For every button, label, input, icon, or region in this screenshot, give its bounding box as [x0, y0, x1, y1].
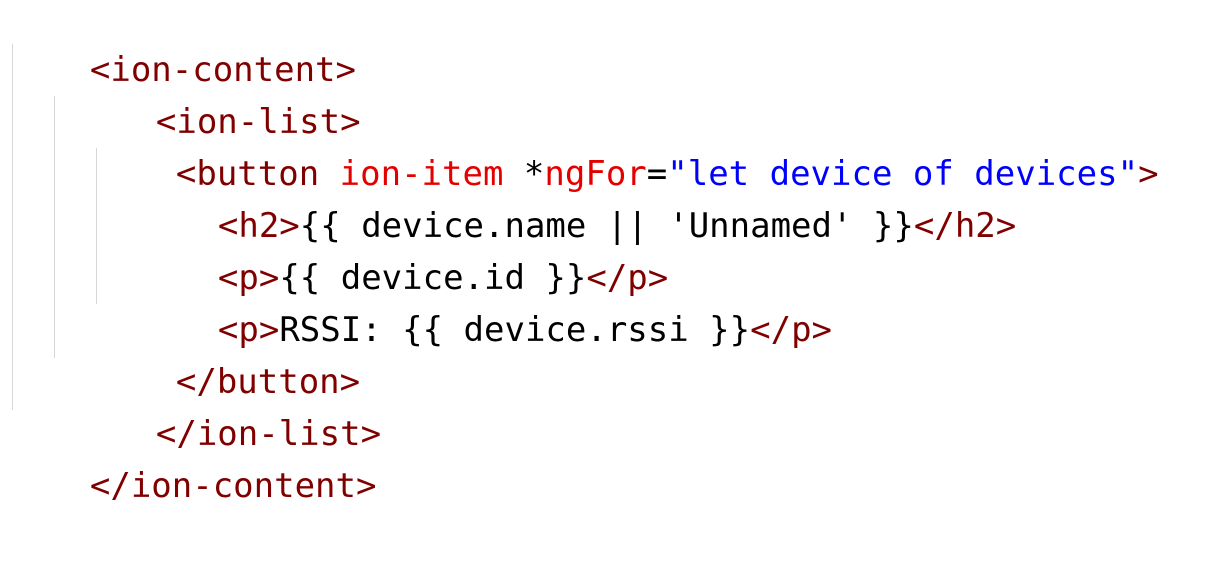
tag-h2-close: </h2>	[913, 206, 1017, 246]
indent-guide	[54, 96, 55, 358]
code-line-4[interactable]: <h2>{{ device.name || 'Unnamed' }}</h2>	[136, 148, 1016, 246]
code-line-8[interactable]: </ion-list>	[74, 356, 381, 454]
code-line-2[interactable]: <ion-list>	[74, 44, 361, 142]
code-line-9[interactable]: </ion-content>	[8, 408, 377, 506]
tag-button-open-close: >	[1138, 154, 1159, 194]
code-line-1[interactable]: <ion-content>	[8, 0, 356, 90]
code-line-6[interactable]: <p>RSSI: {{ device.rssi }}</p>	[136, 252, 832, 350]
code-editor[interactable]: <ion-content> <ion-list> <button ion-ite…	[0, 0, 1208, 506]
code-line-3[interactable]: <button ion-item *ngFor="let device of d…	[94, 96, 1159, 194]
code-line-7[interactable]: </button>	[94, 304, 360, 402]
tag-ion-content-close: </ion-content>	[89, 466, 377, 506]
code-line-5[interactable]: <p>{{ device.id }}</p>	[136, 200, 668, 298]
tag-p-close: </p>	[750, 310, 833, 350]
